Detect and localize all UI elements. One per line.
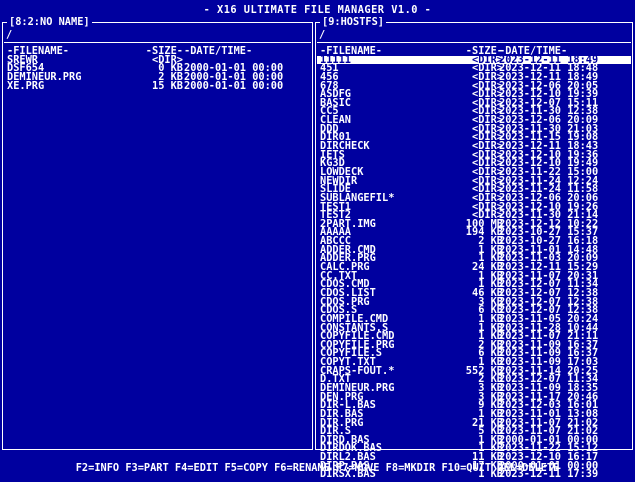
- right-rows: 11111 <DIR> 2023-12-11 18:49 451 <DIR> 2023-1…: [317, 55, 631, 479]
- right-panel[interactable]: [9:HOSTFS] / -FILENAME- -SIZE- -DATE/TIM…: [315, 16, 633, 479]
- left-panel[interactable]: [8:2:NO NAME] / -FILENAME- -SIZE- -DATE/…: [2, 16, 313, 450]
- date-header: -DATE/TIME-: [184, 45, 253, 57]
- app-title: - X16 ULTIMATE FILE MANAGER V1.0 -: [203, 4, 432, 16]
- left-file-list[interactable]: -FILENAME- -SIZE- -DATE/TIME- SREWR <DIR>…: [4, 42, 311, 448]
- function-key-bar: F2=INFO F3=PART F4=EDIT F5=COPY F6=RENAM…: [75, 462, 560, 474]
- right-file-list[interactable]: -FILENAME- -SIZE- -DATE/TIME- 11111 <DIR>…: [317, 42, 631, 479]
- right-panel-path: /: [319, 29, 326, 41]
- left-panel-path: /: [6, 29, 13, 41]
- left-rows: SREWR <DIR> DSF654 0 KB 2000-01-01 00:00 DEMI…: [4, 55, 311, 92]
- file-row[interactable]: XE.PRG 15 KB 2000-01-01 00:00: [4, 79, 311, 92]
- right-panel-title: [9:HOSTFS]: [320, 16, 386, 28]
- file-date: 2000-01-01 00:00: [184, 79, 284, 92]
- file-size: 15 KB: [152, 79, 183, 92]
- file-name: XE.PRG: [7, 79, 45, 92]
- left-panel-title: [8:2:NO NAME]: [7, 16, 92, 28]
